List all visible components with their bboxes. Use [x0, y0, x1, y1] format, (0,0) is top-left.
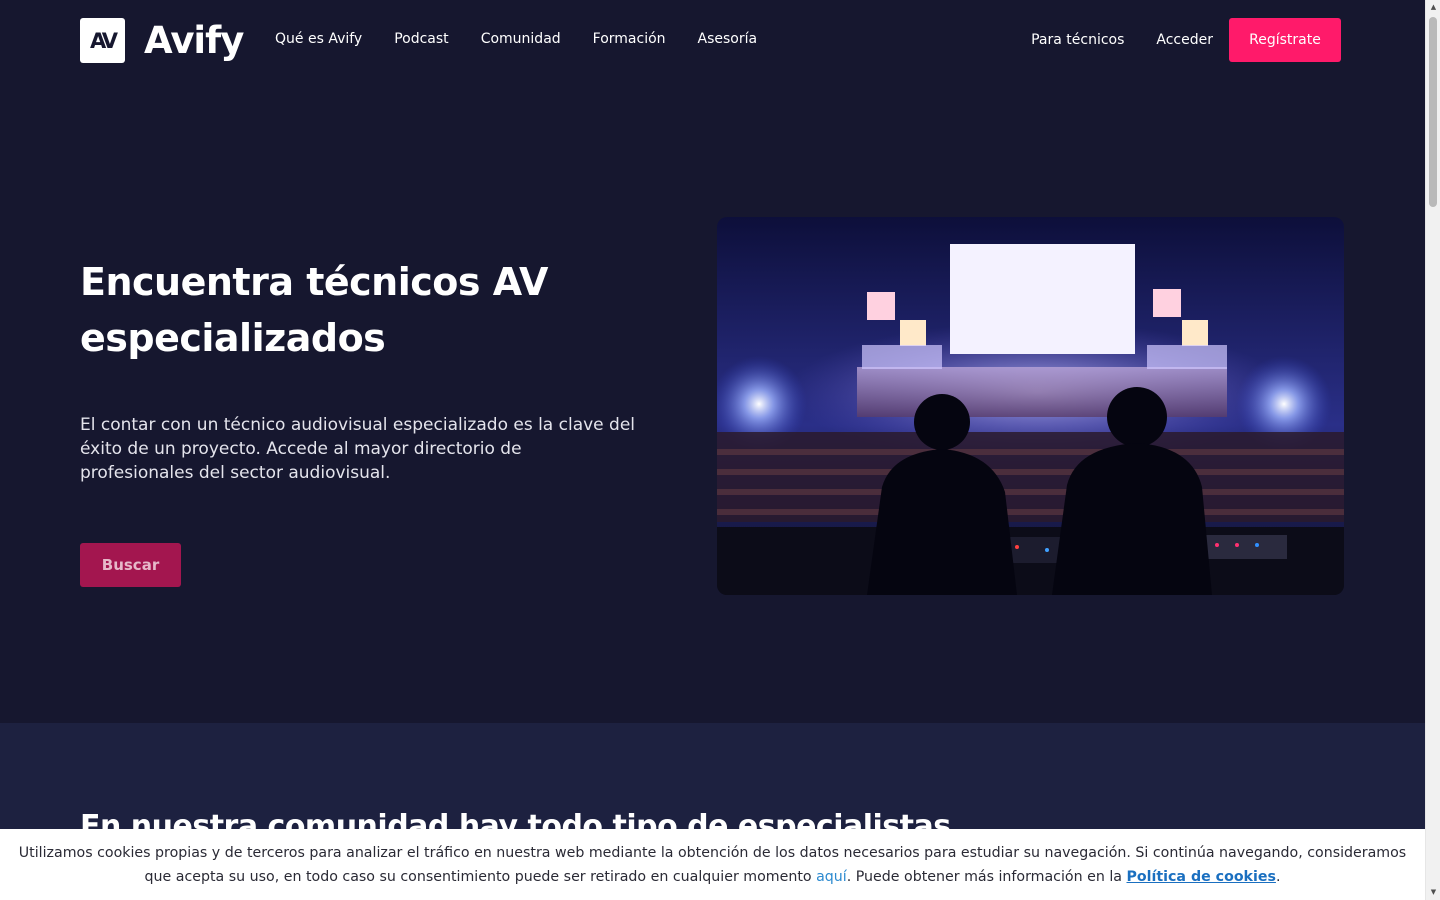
cookie-text-end: .: [1275, 869, 1281, 885]
nav-link-que-es-avify[interactable]: Qué es Avify: [275, 31, 362, 47]
cookie-policy-link[interactable]: Política de cookies: [1127, 869, 1276, 885]
hero-description: El contar con un técnico audiovisual esp…: [80, 415, 636, 483]
scrollbar-thumb[interactable]: [1429, 17, 1437, 207]
nav-link-asesoria[interactable]: Asesoría: [698, 31, 758, 47]
scroll-up-arrow-icon[interactable]: ▲: [1426, 0, 1440, 15]
nav-actions: Para técnicos Acceder Regístrate: [1031, 18, 1341, 62]
cookie-withdraw-link[interactable]: aquí: [816, 869, 847, 885]
nav-link-podcast[interactable]: Podcast: [394, 31, 448, 47]
register-button[interactable]: Regístrate: [1229, 18, 1341, 62]
nav-link-para-tecnicos[interactable]: Para técnicos: [1031, 32, 1124, 48]
logo-mark: AV: [80, 18, 125, 63]
vertical-scrollbar[interactable]: ▲ ▼: [1425, 0, 1440, 900]
logo-wordmark: Avify: [144, 19, 244, 62]
scroll-down-arrow-icon[interactable]: ▼: [1426, 885, 1440, 900]
top-navigation: AV Avify Qué es Avify Podcast Comunidad …: [0, 0, 1425, 80]
cookie-banner: Utilizamos cookies propias y de terceros…: [0, 829, 1425, 900]
main-nav: Qué es Avify Podcast Comunidad Formación…: [275, 31, 789, 47]
hero-title: Encuentra técnicos AV especializados: [80, 260, 548, 360]
cookie-text-middle: . Puede obtener más información en la: [846, 869, 1122, 885]
concert-photo-icon: [717, 217, 1344, 595]
login-link[interactable]: Acceder: [1156, 32, 1213, 48]
search-button[interactable]: Buscar: [80, 543, 181, 587]
nav-link-formacion[interactable]: Formación: [593, 31, 666, 47]
hero-image: [717, 217, 1344, 595]
brand-logo[interactable]: AV Avify: [80, 18, 244, 63]
nav-link-comunidad[interactable]: Comunidad: [481, 31, 561, 47]
